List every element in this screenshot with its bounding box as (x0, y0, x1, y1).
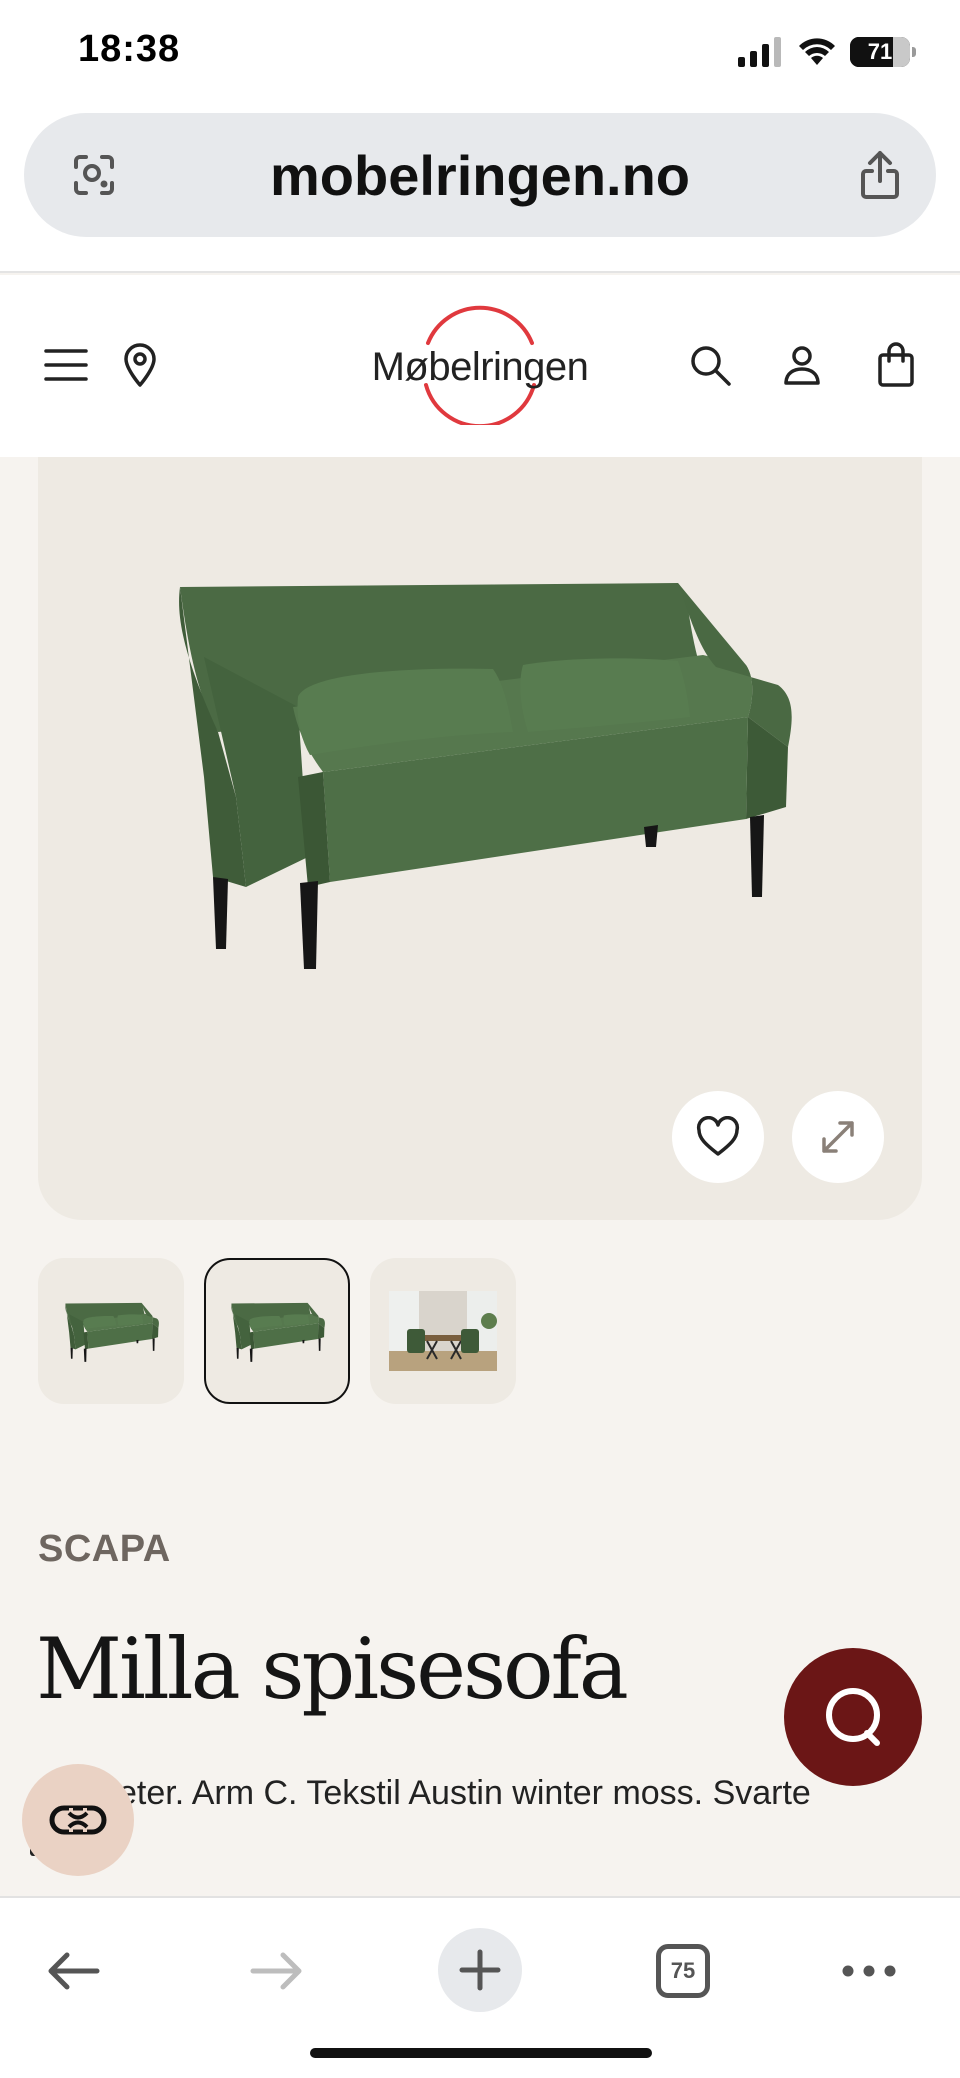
location-pin-icon[interactable] (116, 341, 164, 389)
back-arrow-icon (48, 1952, 100, 1990)
tabs-icon: 75 (656, 1944, 710, 1998)
assistant-loop-icon (49, 1805, 107, 1835)
product-image[interactable] (38, 457, 922, 1220)
more-menu-button[interactable] (834, 1936, 904, 2006)
thumbnail-2[interactable] (204, 1258, 350, 1404)
product-description-text: eter. Arm C. Tekstil Austin winter moss.… (118, 1774, 811, 1812)
status-icons: 71 (738, 34, 916, 70)
forward-button[interactable] (242, 1936, 312, 2006)
chat-bubble-icon (826, 1688, 880, 1746)
expand-image-button[interactable] (792, 1091, 884, 1183)
thumbnail-sofa-image (65, 1302, 159, 1362)
thumbnail-room-image (389, 1291, 497, 1371)
heart-icon (696, 1116, 740, 1156)
menu-icon[interactable] (42, 341, 90, 389)
shopping-bag-icon[interactable] (872, 341, 920, 389)
account-icon[interactable] (778, 341, 826, 389)
wifi-icon (799, 38, 835, 65)
more-dots-icon (842, 1965, 896, 1977)
browser-address-area: mobelringen.no (0, 105, 960, 273)
status-bar: 18:38 71 (0, 0, 960, 105)
site-logo[interactable]: Møbelringen (360, 305, 600, 425)
site-header: Møbelringen (0, 275, 960, 457)
address-bar[interactable]: mobelringen.no (24, 113, 936, 237)
thumbnail-3[interactable] (370, 1258, 516, 1404)
status-time: 18:38 (78, 28, 181, 70)
url-text[interactable]: mobelringen.no (24, 143, 936, 208)
battery-percent: 71 (867, 39, 893, 64)
back-button[interactable] (38, 1936, 108, 2006)
expand-icon (822, 1121, 854, 1153)
search-icon[interactable] (686, 341, 734, 389)
forward-arrow-icon (250, 1952, 302, 1990)
tab-count: 75 (670, 1958, 696, 1983)
battery-icon: 71 (850, 37, 916, 67)
cellular-signal-icon (738, 37, 781, 67)
thumbnail-sofa-image (231, 1302, 325, 1362)
chat-button[interactable] (784, 1648, 922, 1786)
home-indicator (310, 2048, 652, 2058)
new-tab-plus-icon (459, 1949, 501, 1991)
share-icon[interactable] (856, 149, 904, 201)
logo-text: Møbelringen (371, 345, 589, 389)
product-description: eter. Arm C. Tekstil Austin winter moss.… (38, 1774, 918, 1813)
assistant-button[interactable] (22, 1764, 134, 1876)
tabs-button[interactable]: 75 (648, 1936, 718, 2006)
image-thumbnails (38, 1258, 516, 1404)
sofa-image (179, 583, 792, 969)
new-tab-button[interactable] (438, 1928, 522, 2012)
favorite-button[interactable] (672, 1091, 764, 1183)
product-brand[interactable]: SCAPA (38, 1528, 171, 1571)
product-title: Milla spisesofa (36, 1620, 629, 1718)
thumbnail-1[interactable] (38, 1258, 184, 1404)
